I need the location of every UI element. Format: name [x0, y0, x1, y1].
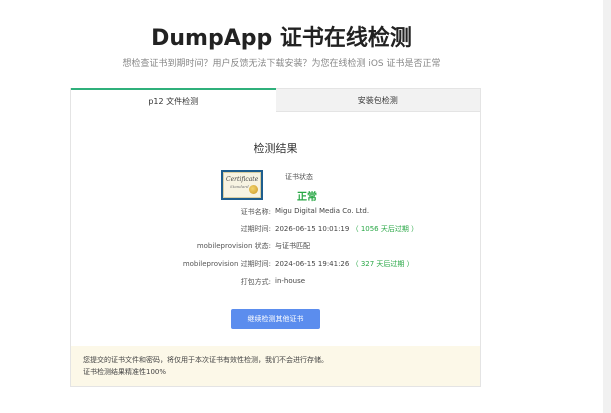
- row-label: mobileprovision 过期时间:: [182, 260, 271, 268]
- status-value: 正常: [297, 192, 317, 203]
- row-remaining: （ 327 天后过期 ）: [351, 260, 414, 268]
- row-value: in-house: [275, 277, 306, 285]
- page-subtitle: 想检查证书到期时间？用户反馈无法下载安装？为您在线检测 iOS 证书是否正常: [122, 59, 441, 69]
- row-expiry: 过期时间: 2026-06-15 10:01:19 （ 1056 天后过期 ）: [71, 224, 480, 234]
- certificate-title: Certificate: [226, 176, 259, 183]
- row-value-text: 2024-06-15 19:41:26: [275, 260, 350, 268]
- row-label: 打包方式:: [240, 278, 271, 286]
- row-provision-expiry: mobileprovision 过期时间: 2024-06-15 19:41:2…: [71, 259, 480, 269]
- certificate-icon: Certificate Standard: [221, 170, 263, 200]
- tab-package-check[interactable]: 安装包检测: [275, 88, 480, 112]
- page-title: DumpApp 证书在线检测: [151, 26, 412, 51]
- row-label: 过期时间:: [240, 225, 271, 233]
- row-value: Migu Digital Media Co. Ltd.: [275, 207, 370, 215]
- notice-line-2: 证书检测结果精准性100%: [83, 368, 167, 376]
- row-value: 2024-06-15 19:41:26 （ 327 天后过期 ）: [275, 259, 414, 269]
- row-value: 与证书匹配: [275, 242, 310, 250]
- tab-p12-check[interactable]: p12 文件检测: [71, 88, 276, 112]
- row-cert-name: 证书名称: Migu Digital Media Co. Ltd.: [71, 207, 480, 217]
- status-label: 证书状态: [285, 173, 313, 181]
- check-card: p12 文件检测 安装包检测 检测结果 Certificate Standard…: [70, 88, 481, 387]
- row-value-text: 2026-06-15 10:01:19: [275, 225, 350, 233]
- row-label: mobileprovision 状态:: [196, 242, 271, 250]
- tab-bar: p12 文件检测 安装包检测: [71, 88, 480, 112]
- row-remaining: （ 1056 天后过期 ）: [351, 225, 419, 233]
- certificate-subtitle: Standard: [230, 184, 249, 189]
- result-title: 检测结果: [253, 142, 298, 155]
- row-label: 证书名称:: [240, 208, 271, 216]
- notice-line-1: 您提交的证书文件和密码，将仅用于本次证书有效性检测，我们不会进行存储。: [83, 356, 328, 364]
- row-provision-status: mobileprovision 状态: 与证书匹配: [71, 241, 480, 251]
- check-another-button[interactable]: 继续检测其他证书: [231, 309, 320, 329]
- scrollbar[interactable]: [603, 0, 611, 413]
- row-package-method: 打包方式: in-house: [71, 277, 480, 287]
- row-value: 2026-06-15 10:01:19 （ 1056 天后过期 ）: [275, 224, 418, 234]
- privacy-notice: 您提交的证书文件和密码，将仅用于本次证书有效性检测，我们不会进行存储。 证书检测…: [71, 346, 480, 386]
- seal-icon: [249, 185, 258, 194]
